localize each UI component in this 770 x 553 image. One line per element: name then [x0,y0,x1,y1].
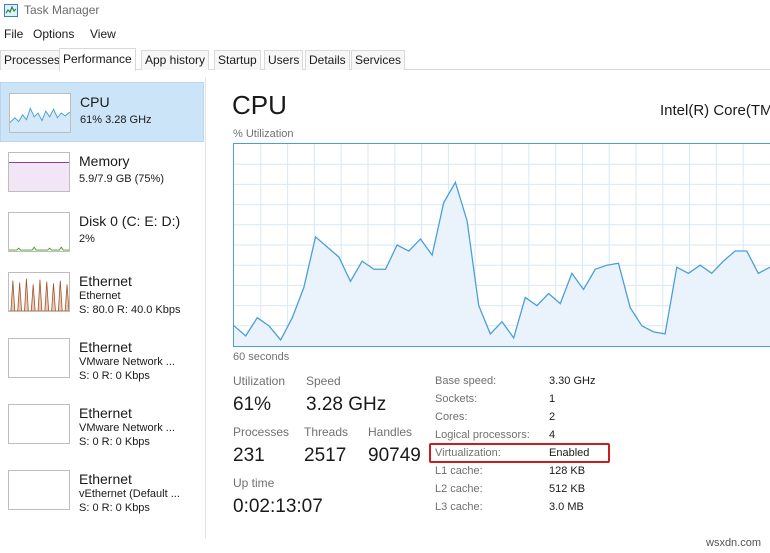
spec-label-cores: Cores: [435,411,468,423]
handles-label: Handles [368,425,413,439]
speed-value: 3.28 GHz [306,394,387,415]
spec-value-cores: 2 [549,411,556,423]
spec-value-logical-processors: 4 [549,429,556,441]
spec-label-l1-cache: L1 cache: [435,465,483,477]
ethernet-thumbnail-graph [8,338,70,378]
graph-label: % Utilization [233,128,294,140]
processes-value: 231 [233,445,265,466]
graph-time-label: 60 seconds [233,351,290,363]
spec-label-l3-cache: L3 cache: [435,501,483,513]
watermark: wsxdn.com [706,537,762,549]
spec-value-l3-cache: 3.0 MB [549,501,584,513]
cpu-utilization-graph [233,143,770,347]
sidebar-item-name: Ethernet [79,471,132,487]
spec-label-sockets: Sockets: [435,393,478,405]
menu-options[interactable]: Options [33,27,74,41]
sidebar-item-adapter: Ethernet [79,290,121,302]
sidebar-item-memory[interactable]: Memory 5.9/7.9 GB (75%) [0,142,204,202]
sidebar-item-detail: 5.9/7.9 GB (75%) [79,173,164,185]
window-title: Task Manager [24,3,100,17]
sidebar-item-name: Ethernet [79,273,132,289]
tab-services[interactable]: Services [351,50,406,70]
threads-label: Threads [304,425,349,439]
sidebar-item-ethernet-3[interactable]: Ethernet VMware Network ... S: 0 R: 0 Kb… [0,394,204,454]
sidebar-item-cpu[interactable]: CPU 61% 3.28 GHz [0,82,204,142]
sidebar-item-ethernet-2[interactable]: Ethernet VMware Network ... S: 0 R: 0 Kb… [0,328,204,388]
tab-processes[interactable]: Processes [0,50,65,70]
sidebar-item-name: Ethernet [79,405,132,421]
sidebar-item-name: Ethernet [79,339,132,355]
threads-value: 2517 [304,445,347,466]
speed-label: Speed [306,374,341,388]
task-manager-icon [4,4,18,17]
tab-startup[interactable]: Startup [214,50,261,70]
ethernet-thumbnail-graph [8,272,70,312]
disk-thumbnail-graph [8,212,70,252]
page-title: CPU [232,90,287,120]
spec-label-l2-cache: L2 cache: [435,483,483,495]
processes-label: Processes [233,425,290,439]
virtualization-highlight-box [429,443,610,463]
cpu-thumbnail-graph [9,93,71,133]
sidebar-item-throughput: S: 0 R: 0 Kbps [79,502,150,514]
sidebar-item-adapter: vEthernet (Default ... [79,488,180,500]
sidebar-item-throughput: S: 80.0 R: 40.0 Kbps [79,304,181,316]
sidebar-item-disk[interactable]: Disk 0 (C: E: D:) 2% [0,202,204,262]
spec-label-logical-processors: Logical processors: [435,429,530,441]
menu-file[interactable]: File [4,27,23,41]
title-bar: Task Manager [0,0,770,22]
uptime-value: 0:02:13:07 [233,496,323,517]
ethernet-thumbnail-graph [8,470,70,510]
sidebar-item-ethernet-4[interactable]: Ethernet vEthernet (Default ... S: 0 R: … [0,460,204,520]
sidebar-item-ethernet-1[interactable]: Ethernet Ethernet S: 80.0 R: 40.0 Kbps [0,262,204,322]
utilization-value: 61% [233,394,272,415]
tab-strip: Processes Performance App history Startu… [0,48,770,71]
spec-value-l1-cache: 128 KB [549,465,586,477]
memory-thumbnail-graph [8,152,70,192]
tab-performance[interactable]: Performance [59,48,136,71]
sidebar-item-adapter: VMware Network ... [79,422,175,434]
sidebar-item-name: Disk 0 (C: E: D:) [79,213,181,229]
spec-value-base-speed: 3.30 GHz [549,375,596,387]
tab-app-history[interactable]: App history [141,50,210,70]
sidebar-item-name: CPU [80,94,110,110]
performance-sidebar: CPU 61% 3.28 GHz Memory 5.9/7.9 GB (75%)… [0,78,206,538]
uptime-label: Up time [233,476,275,490]
sidebar-item-throughput: S: 0 R: 0 Kbps [79,370,150,382]
handles-value: 90749 [368,445,421,466]
sidebar-item-throughput: S: 0 R: 0 Kbps [79,436,150,448]
spec-label-base-speed: Base speed: [435,375,497,387]
menu-view[interactable]: View [90,27,116,41]
sidebar-item-adapter: VMware Network ... [79,356,175,368]
utilization-label: Utilization [233,374,286,388]
processor-model: Intel(R) Core(TM [660,102,770,119]
sidebar-item-detail: 61% 3.28 GHz [80,114,152,126]
tab-details[interactable]: Details [305,50,350,70]
sidebar-item-detail: 2% [79,233,95,245]
tab-users[interactable]: Users [264,50,304,70]
ethernet-thumbnail-graph [8,404,70,444]
spec-value-sockets: 1 [549,393,556,405]
sidebar-item-name: Memory [79,153,130,169]
spec-value-l2-cache: 512 KB [549,483,586,495]
